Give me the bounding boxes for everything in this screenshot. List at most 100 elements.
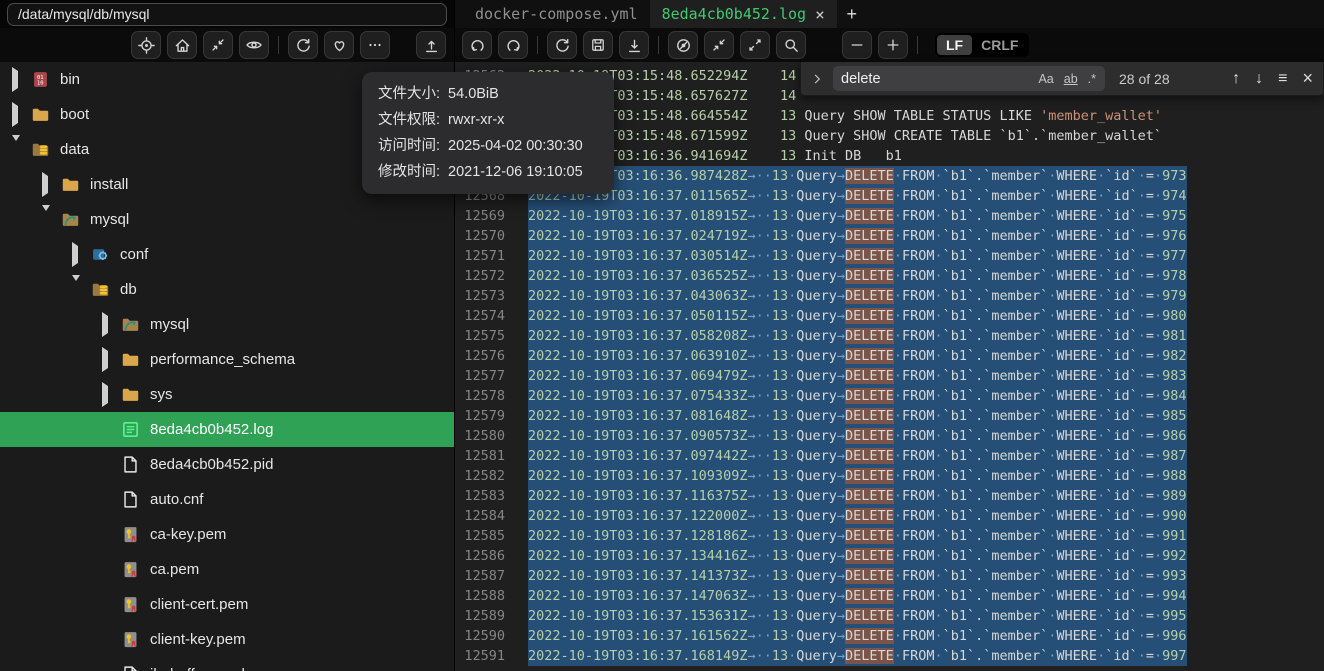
regex-toggle[interactable]: .*	[1083, 70, 1101, 88]
find-in-selection-icon[interactable]: ≡	[1278, 70, 1287, 88]
path-input[interactable]	[7, 2, 447, 26]
toolbar-separator	[537, 36, 538, 54]
log-line[interactable]: 12569 2022-10-19T03:16:37.018915Z→··13·Qu…	[455, 206, 1324, 226]
log-line[interactable]: 12583 2022-10-19T03:16:37.116375Z→··13·Qu…	[455, 486, 1324, 506]
next-match-icon[interactable]: ↓	[1255, 70, 1263, 88]
locate-button[interactable]	[131, 31, 161, 59]
file-info-label: 修改时间:	[378, 164, 441, 180]
expand-button[interactable]	[740, 31, 770, 59]
tree-item-label: ib_buffer_pool	[150, 666, 245, 671]
log-line[interactable]: 12575 2022-10-19T03:16:37.058208Z→··13·Qu…	[455, 326, 1324, 346]
refresh-button[interactable]	[547, 31, 577, 59]
eye-button[interactable]	[239, 31, 269, 59]
tree-item-label: performance_schema	[150, 351, 296, 368]
compass-icon	[675, 37, 692, 54]
find-expand-chevron-icon[interactable]	[811, 73, 827, 85]
collapse-button[interactable]	[203, 31, 233, 59]
tree-item-mysql[interactable]: mysql	[0, 202, 454, 237]
log-line[interactable]: 12572 2022-10-19T03:16:37.036525Z→··13·Qu…	[455, 266, 1324, 286]
undo-button[interactable]	[462, 31, 492, 59]
expander-closed-icon[interactable]	[12, 102, 22, 127]
redo-button[interactable]	[498, 31, 528, 59]
log-line[interactable]: 12589 2022-10-19T03:16:37.153631Z→··13·Qu…	[455, 606, 1324, 626]
log-line[interactable]: 12591 2022-10-19T03:16:37.168149Z→··13·Qu…	[455, 646, 1324, 666]
gear-icon	[90, 245, 110, 265]
cert-icon	[120, 630, 140, 650]
expander-open-icon[interactable]	[72, 275, 82, 298]
whole-word-toggle[interactable]: ab	[1059, 70, 1083, 88]
collapse-icon	[711, 37, 727, 53]
plus-button[interactable]	[878, 31, 908, 59]
tree-item-ca.pem[interactable]: ca.pem	[0, 552, 454, 587]
tree-item-performance_schema[interactable]: performance_schema	[0, 342, 454, 377]
tree-item-ca-key.pem[interactable]: ca-key.pem	[0, 517, 454, 552]
tree-item-8eda4cb0b452.log[interactable]: 8eda4cb0b452.log	[0, 412, 454, 447]
tree-item-mysql[interactable]: mysql	[0, 307, 454, 342]
log-line[interactable]: 12574 2022-10-19T03:16:37.050115Z→··13·Qu…	[455, 306, 1324, 326]
tab-docker-compose.yml[interactable]: docker-compose.yml	[463, 0, 650, 28]
minus-button[interactable]	[842, 31, 872, 59]
log-line-text: 2022-10-19T03:16:37.011565Z→··13·Query→D…	[528, 186, 1187, 206]
log-line[interactable]: 12581 2022-10-19T03:16:37.097442Z→··13·Qu…	[455, 446, 1324, 466]
save-button[interactable]	[583, 31, 613, 59]
log-line[interactable]: 12586 2022-10-19T03:16:37.134416Z→··13·Qu…	[455, 546, 1324, 566]
eol-option-lf[interactable]: LF	[937, 35, 973, 55]
match-case-toggle[interactable]: Aa	[1033, 70, 1058, 88]
previous-match-icon[interactable]: ↑	[1232, 70, 1240, 88]
eol-option-crlf[interactable]: CRLF	[972, 35, 1027, 55]
download-button[interactable]	[619, 31, 649, 59]
expander-open-icon[interactable]	[12, 135, 22, 158]
search-button[interactable]	[776, 31, 806, 59]
refresh-icon	[554, 37, 571, 54]
tree-item-db[interactable]: db	[0, 272, 454, 307]
log-line[interactable]: 12585 2022-10-19T03:16:37.128186Z→··13·Qu…	[455, 526, 1324, 546]
close-tab-icon[interactable]: ×	[815, 5, 825, 24]
refresh-button[interactable]	[288, 31, 318, 59]
toolbar-separator	[917, 36, 918, 54]
heart-button[interactable]	[324, 31, 354, 59]
log-line[interactable]: 12576 2022-10-19T03:16:37.063910Z→··13·Qu…	[455, 346, 1324, 366]
expander-open-icon[interactable]	[42, 205, 52, 228]
expander-closed-icon[interactable]	[12, 67, 22, 92]
log-line[interactable]: 12570 2022-10-19T03:16:37.024719Z→··13·Qu…	[455, 226, 1324, 246]
log-line[interactable]: 12587 2022-10-19T03:16:37.141373Z→··13·Qu…	[455, 566, 1324, 586]
log-line[interactable]: 12580 2022-10-19T03:16:37.090573Z→··13·Qu…	[455, 426, 1324, 446]
more-button[interactable]	[360, 31, 390, 59]
log-line[interactable]: 12577 2022-10-19T03:16:37.069479Z→··13·Qu…	[455, 366, 1324, 386]
tree-item-auto.cnf[interactable]: auto.cnf	[0, 482, 454, 517]
log-line[interactable]: 12582 2022-10-19T03:16:37.109309Z→··13·Qu…	[455, 466, 1324, 486]
expander-closed-icon[interactable]	[102, 312, 112, 337]
find-input-container: Aa ab .*	[833, 66, 1105, 91]
expander-closed-icon[interactable]	[102, 347, 112, 372]
upload-button[interactable]	[416, 31, 446, 59]
log-line[interactable]: 12573 2022-10-19T03:16:37.043063Z→··13·Qu…	[455, 286, 1324, 306]
close-find-icon[interactable]: ×	[1302, 68, 1313, 89]
log-line[interactable]: 12588 2022-10-19T03:16:37.147063Z→··13·Qu…	[455, 586, 1324, 606]
log-line[interactable]: 12584 2022-10-19T03:16:37.122000Z→··13·Qu…	[455, 506, 1324, 526]
log-line[interactable]: 12571 2022-10-19T03:16:37.030514Z→··13·Qu…	[455, 246, 1324, 266]
path-bar	[0, 0, 454, 28]
home-button[interactable]	[167, 31, 197, 59]
log-line-text: 2022-10-19T03:16:37.122000Z→··13·Query→D…	[528, 506, 1187, 526]
tree-item-8eda4cb0b452.pid[interactable]: 8eda4cb0b452.pid	[0, 447, 454, 482]
tab-8eda4cb0b452.log[interactable]: 8eda4cb0b452.log ×	[649, 0, 837, 28]
tree-item-label: sys	[150, 386, 173, 403]
line-number: 12576	[464, 348, 505, 364]
tree-item-client-cert.pem[interactable]: client-cert.pem	[0, 587, 454, 622]
log-line[interactable]: 12579 2022-10-19T03:16:37.081648Z→··13·Qu…	[455, 406, 1324, 426]
log-line[interactable]: 12578 2022-10-19T03:16:37.075433Z→··13·Qu…	[455, 386, 1324, 406]
find-input[interactable]	[841, 70, 1034, 87]
tree-item-ib_buffer_pool[interactable]: ib_buffer_pool	[0, 657, 454, 671]
minus-icon	[849, 37, 865, 53]
expander-closed-icon[interactable]	[42, 172, 52, 197]
new-tab-button[interactable]: +	[837, 0, 867, 28]
expander-closed-icon[interactable]	[102, 382, 112, 407]
collapse-button[interactable]	[704, 31, 734, 59]
expander-closed-icon[interactable]	[72, 242, 82, 267]
compass-button[interactable]	[668, 31, 698, 59]
tree-item-client-key.pem[interactable]: client-key.pem	[0, 622, 454, 657]
log-line[interactable]: 12590 2022-10-19T03:16:37.161562Z→··13·Qu…	[455, 626, 1324, 646]
log-line-text: 2022-10-19T03:15:48.664554Z 13 Query SHO…	[528, 108, 1162, 124]
tree-item-conf[interactable]: conf	[0, 237, 454, 272]
tree-item-sys[interactable]: sys	[0, 377, 454, 412]
